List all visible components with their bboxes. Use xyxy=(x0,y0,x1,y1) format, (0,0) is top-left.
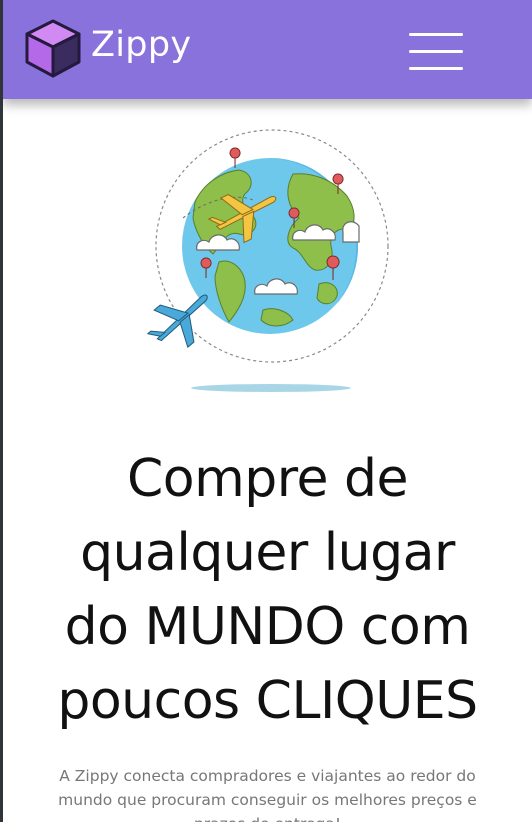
globe-with-airplanes-icon xyxy=(146,129,389,392)
menu-line xyxy=(409,50,463,53)
hamburger-menu-icon[interactable] xyxy=(406,30,466,74)
headline-line: poucos CLIQUES xyxy=(57,671,478,731)
headline-line: Compre de xyxy=(126,449,409,509)
menu-line xyxy=(409,67,463,70)
headline-line: qualquer lugar xyxy=(80,523,455,583)
page: Zippy Compre de qualquer lugar do MUNDO … xyxy=(3,0,532,822)
brand-name: Zippy xyxy=(91,25,192,65)
menu-line xyxy=(409,33,463,36)
hero-headline: Compre de qualquer lugar do MUNDO com po… xyxy=(3,442,532,738)
hero-description: A Zippy conecta compradores e viajantes … xyxy=(58,767,477,822)
cube-icon xyxy=(25,19,81,78)
logo-link[interactable]: Zippy xyxy=(23,16,191,80)
navbar: Zippy xyxy=(3,0,532,99)
headline-line: do MUNDO com xyxy=(64,597,471,657)
